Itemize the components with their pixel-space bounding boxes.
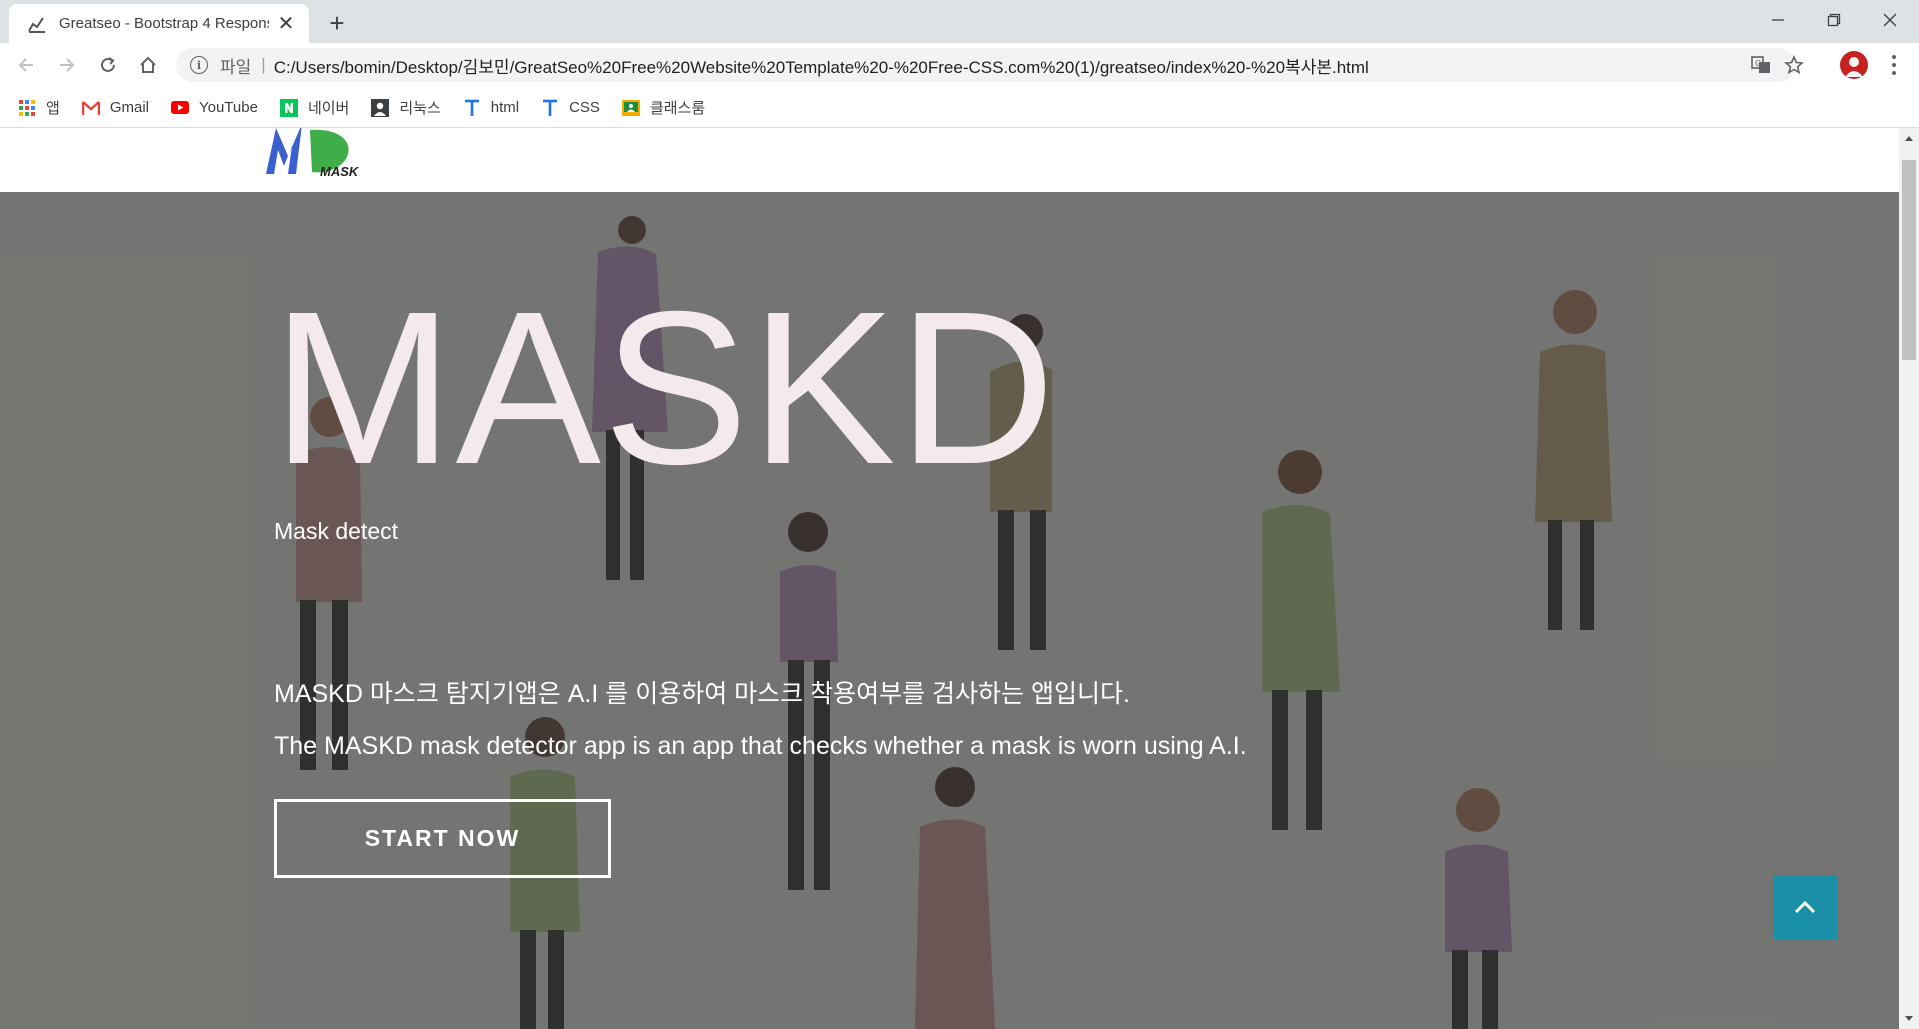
reload-button[interactable] bbox=[92, 49, 124, 81]
bookmarks-bar: 앱 Gmail YouTube 네이버 리눅스 html CSS 클래스룸 bbox=[0, 88, 1919, 128]
scroll-up-icon[interactable] bbox=[1905, 136, 1913, 141]
bookmark-label: 리눅스 bbox=[399, 100, 441, 117]
back-to-top-button[interactable] bbox=[1773, 875, 1837, 939]
reload-icon bbox=[101, 57, 115, 72]
site-logo[interactable]: MASK bbox=[262, 128, 367, 180]
bookmark-label: Gmail bbox=[109, 99, 149, 116]
bookmark-html[interactable]: html bbox=[463, 99, 519, 117]
back-button[interactable] bbox=[10, 49, 42, 81]
new-tab-button[interactable]: + bbox=[322, 8, 352, 38]
close-window-button[interactable] bbox=[1862, 0, 1918, 40]
bookmark-linux[interactable]: 리눅스 bbox=[371, 97, 441, 118]
minimize-icon bbox=[1772, 19, 1784, 21]
bookmark-label: 클래스룸 bbox=[649, 100, 706, 117]
bookmark-apps[interactable]: 앱 bbox=[18, 97, 60, 118]
browser-toolbar: i 파일 | C:/Users/bomin/Desktop/김보민/GreatS… bbox=[0, 43, 1919, 88]
start-now-button[interactable]: START NOW bbox=[274, 799, 611, 878]
bookmark-label: CSS bbox=[569, 99, 600, 116]
hero-description-en: The MASKD mask detector app is an app th… bbox=[274, 732, 1247, 760]
menu-icon[interactable] bbox=[1884, 53, 1904, 77]
classroom-icon bbox=[621, 99, 640, 117]
tab-strip: Greatseo - Bootstrap 4 Responsive ✕ + bbox=[0, 0, 1919, 43]
bookmark-label: html bbox=[490, 99, 520, 116]
gmail-icon bbox=[81, 99, 100, 117]
person-icon bbox=[371, 98, 390, 117]
restore-icon bbox=[1827, 13, 1841, 27]
apps-grid-icon bbox=[18, 99, 36, 117]
browser-tab[interactable]: Greatseo - Bootstrap 4 Responsive ✕ bbox=[9, 4, 309, 43]
bookmark-gmail[interactable]: Gmail bbox=[81, 99, 149, 117]
bookmark-css[interactable]: CSS bbox=[541, 99, 600, 117]
translate-icon[interactable]: G bbox=[1751, 55, 1771, 75]
address-bar[interactable]: i 파일 | C:/Users/bomin/Desktop/김보민/GreatS… bbox=[176, 48, 1804, 82]
back-icon bbox=[18, 58, 33, 72]
page-viewport: MASK MASKD Mask detect MASKD 마스크 탐지기앱은 A… bbox=[0, 128, 1899, 1029]
svg-text:G: G bbox=[1755, 59, 1761, 68]
tab-close-icon[interactable]: ✕ bbox=[275, 13, 297, 35]
bookmark-classroom[interactable]: 클래스룸 bbox=[621, 97, 706, 118]
address-separator: | bbox=[261, 55, 266, 74]
site-header: MASK bbox=[0, 128, 1899, 192]
address-scheme: 파일 bbox=[220, 57, 252, 77]
tab-title: Greatseo - Bootstrap 4 Responsive bbox=[59, 15, 269, 32]
info-icon[interactable]: i bbox=[190, 56, 208, 74]
profile-avatar[interactable] bbox=[1840, 51, 1868, 79]
hero-title: MASKD bbox=[272, 267, 1058, 510]
person-icon bbox=[1845, 57, 1863, 77]
url-text[interactable]: C:/Users/bomin/Desktop/김보민/GreatSeo%20Fr… bbox=[274, 53, 1369, 78]
t-icon bbox=[541, 99, 559, 117]
hero-section: MASKD Mask detect MASKD 마스크 탐지기앱은 A.I 를 … bbox=[0, 192, 1899, 1029]
close-icon bbox=[1883, 13, 1897, 27]
bookmark-label: 앱 bbox=[46, 100, 60, 117]
forward-button[interactable] bbox=[51, 49, 83, 81]
hero-subtitle: Mask detect bbox=[274, 518, 398, 544]
bookmark-label: 네이버 bbox=[307, 100, 350, 117]
bookmark-naver[interactable]: 네이버 bbox=[279, 97, 350, 118]
forward-icon bbox=[60, 58, 75, 72]
hero-description-ko: MASKD 마스크 탐지기앱은 A.I 를 이용하여 마스크 착용여부를 검사하… bbox=[274, 680, 1130, 708]
home-button[interactable] bbox=[132, 49, 164, 81]
restore-button[interactable] bbox=[1806, 0, 1862, 40]
scroll-down-icon[interactable] bbox=[1905, 1016, 1913, 1021]
chevron-up-icon bbox=[1794, 900, 1816, 914]
bookmark-label: YouTube bbox=[198, 99, 258, 116]
minimize-button[interactable] bbox=[1750, 0, 1806, 40]
page-scrollbar[interactable] bbox=[1899, 128, 1919, 1029]
t-icon bbox=[463, 99, 481, 117]
youtube-icon bbox=[170, 99, 189, 117]
bookmark-youtube[interactable]: YouTube bbox=[170, 99, 258, 117]
scrollbar-thumb[interactable] bbox=[1902, 160, 1916, 360]
star-icon[interactable] bbox=[1784, 55, 1804, 75]
naver-icon bbox=[279, 98, 298, 117]
logo-text: MASK bbox=[320, 164, 360, 179]
chart-favicon-icon bbox=[28, 16, 45, 33]
home-icon bbox=[140, 56, 156, 73]
